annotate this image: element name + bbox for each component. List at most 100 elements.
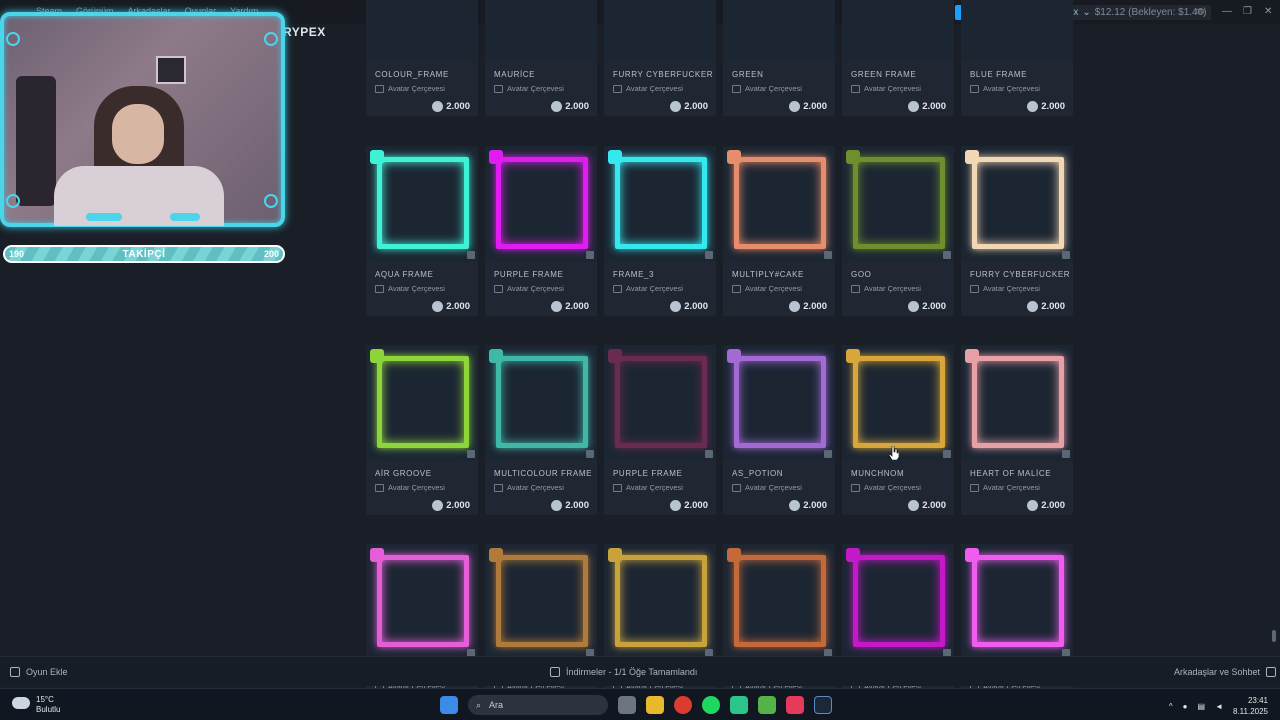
price-value: 2.000 xyxy=(1041,101,1065,112)
time: 23:41 xyxy=(1247,696,1268,705)
frame-type-icon xyxy=(375,483,384,492)
points-coin-icon xyxy=(789,500,801,511)
friends-chat-button[interactable]: Arkadaşlar ve Sohbet xyxy=(1174,667,1277,677)
shop-item-card[interactable]: BLUE FRAME Avatar Çerçevesi 2.000 xyxy=(961,0,1073,116)
price-value: 2.000 xyxy=(803,500,827,511)
item-price: 2.000 xyxy=(670,101,708,112)
item-price: 2.000 xyxy=(1027,101,1065,112)
taskbar-search[interactable]: ⌕ Ara xyxy=(468,695,608,715)
item-type-label: Avatar Çerçevesi xyxy=(745,84,802,93)
item-type: Avatar Çerçevesi xyxy=(851,284,921,293)
download-icon xyxy=(586,251,594,259)
microphone-icon[interactable]: ● xyxy=(1183,702,1188,711)
chrome-icon[interactable] xyxy=(674,696,692,714)
volume-icon[interactable]: ◄ xyxy=(1215,702,1223,711)
downloads-button[interactable]: İndirmeler - 1/1 Öğe Tamamlandı xyxy=(550,667,697,677)
creator-avatar xyxy=(846,349,860,363)
shop-item-card[interactable]: GOO Avatar Çerçevesi 2.000 xyxy=(842,146,954,316)
task-view-icon[interactable] xyxy=(618,696,636,714)
download-icon xyxy=(705,450,713,458)
item-preview xyxy=(366,345,478,461)
shop-item-card[interactable]: MULTICOLOUR FRAME Avatar Çerçevesi 2.000 xyxy=(485,345,597,515)
item-type: Avatar Çerçevesi xyxy=(970,84,1040,93)
item-preview xyxy=(366,146,478,262)
shop-item-card[interactable]: AİR GROOVE Avatar Çerçevesi 2.000 xyxy=(366,345,478,515)
item-type-label: Avatar Çerçevesi xyxy=(388,483,445,492)
item-preview xyxy=(723,0,835,62)
shop-item-card[interactable]: FURRY CYBERFUCKER GLI Avatar Çerçevesi2.0… xyxy=(604,0,716,116)
item-price: 2.000 xyxy=(551,101,589,112)
windows-start-icon[interactable] xyxy=(440,696,458,714)
shop-item-card[interactable]: FRAME_3 Avatar Çerçevesi 2.000 xyxy=(604,146,716,316)
shop-item-card[interactable]: AS_POTION Avatar Çerçevesi 2.000 xyxy=(723,345,835,515)
shop-item-card[interactable]: GREEN FRAME Avatar Çerçevesi 2.000 xyxy=(842,0,954,116)
item-type: Avatar Çerçevesi xyxy=(375,84,445,93)
avatar-frame-preview xyxy=(734,356,826,448)
price-value: 2.000 xyxy=(922,101,946,112)
item-price: 2.000 xyxy=(789,500,827,511)
temperature: 15°C xyxy=(36,695,54,704)
creator-avatar xyxy=(608,548,622,562)
item-name: GOO xyxy=(851,270,872,279)
creator-avatar xyxy=(608,150,622,164)
download-icon xyxy=(824,450,832,458)
item-type-label: Avatar Çerçevesi xyxy=(388,284,445,293)
maximize-icon[interactable]: ❐ xyxy=(1243,6,1252,17)
app-icon[interactable] xyxy=(730,696,748,714)
item-price: 2.000 xyxy=(1027,500,1065,511)
shop-item-card[interactable]: HEART OF MALİCE Avatar Çerçevesi 2.000 xyxy=(961,345,1073,515)
shop-item-card[interactable]: COLOUR_FRAME Avatar Çerçevesi 2.000 xyxy=(366,0,478,116)
item-preview xyxy=(961,544,1073,660)
network-icon[interactable]: ▤ xyxy=(1198,702,1206,711)
file-explorer-icon[interactable] xyxy=(646,696,664,714)
avatar-frame-preview xyxy=(972,356,1064,448)
spotify-icon[interactable] xyxy=(702,696,720,714)
item-preview xyxy=(961,345,1073,461)
item-type: Avatar Çerçevesi xyxy=(732,284,802,293)
item-price: 2.000 xyxy=(908,500,946,511)
minimize-icon[interactable]: — xyxy=(1222,6,1232,17)
frame-type-icon xyxy=(732,483,741,492)
add-game-button[interactable]: Oyun Ekle xyxy=(10,667,68,677)
shop-item-card[interactable]: MUNCHNOM Avatar Çerçevesi 2.000 xyxy=(842,345,954,515)
shop-item-card[interactable]: MAURİCE Avatar Çerçevesi 2.000 xyxy=(485,0,597,116)
price-value: 2.000 xyxy=(922,301,946,312)
follower-label: TAKİPÇİ xyxy=(122,248,166,260)
shop-item-card[interactable]: PURPLE FRAME Avatar Çerçevesi 2.000 xyxy=(604,345,716,515)
points-coin-icon xyxy=(551,500,563,511)
shop-item-card[interactable]: FURRY CYBERFUCKER SH Avatar Çerçevesi2.00… xyxy=(961,146,1073,316)
app-icon[interactable] xyxy=(786,696,804,714)
item-name: FURRY CYBERFUCKER SH xyxy=(970,270,1070,279)
frame-type-icon xyxy=(851,483,860,492)
item-type: Avatar Çerçevesi xyxy=(851,483,921,492)
xbox-icon[interactable] xyxy=(758,696,776,714)
close-icon[interactable]: ✕ xyxy=(1264,6,1272,17)
item-name: COLOUR_FRAME xyxy=(375,70,449,79)
shop-item-card[interactable]: PURPLE FRAME Avatar Çerçevesi 2.000 xyxy=(485,146,597,316)
creator-avatar xyxy=(489,349,503,363)
item-price: 2.000 xyxy=(670,301,708,312)
steam-icon[interactable] xyxy=(814,696,832,714)
points-coin-icon xyxy=(551,301,563,312)
price-value: 2.000 xyxy=(803,101,827,112)
price-value: 2.000 xyxy=(446,101,470,112)
points-coin-icon xyxy=(789,301,801,312)
price-value: 2.000 xyxy=(446,301,470,312)
scrollbar-thumb[interactable] xyxy=(1272,630,1276,642)
weather-widget[interactable]: 15°C Bulutlu xyxy=(12,695,60,715)
big-picture-icon[interactable]: ▭ xyxy=(1195,6,1204,17)
frame-type-icon xyxy=(970,84,979,93)
item-name: FRAME_3 xyxy=(613,270,655,279)
avatar-frame-preview xyxy=(615,356,707,448)
shop-item-card[interactable]: MULTIPLY#CAKE Avatar Çerçevesi 2.000 xyxy=(723,146,835,316)
shop-item-card[interactable]: GREEN Avatar Çerçevesi 2.000 xyxy=(723,0,835,116)
avatar-frame-preview xyxy=(853,356,945,448)
chevron-up-icon[interactable]: ^ xyxy=(1169,702,1173,711)
points-coin-icon xyxy=(432,101,444,112)
profile-name: RYPEX xyxy=(283,25,326,39)
clock[interactable]: 23:41 8.11.2025 xyxy=(1233,695,1268,717)
shop-item-card[interactable]: AQUA FRAME Avatar Çerçevesi 2.000 xyxy=(366,146,478,316)
creator-avatar xyxy=(846,150,860,164)
item-type: Avatar Çerçevesi xyxy=(494,483,564,492)
item-preview xyxy=(961,146,1073,262)
